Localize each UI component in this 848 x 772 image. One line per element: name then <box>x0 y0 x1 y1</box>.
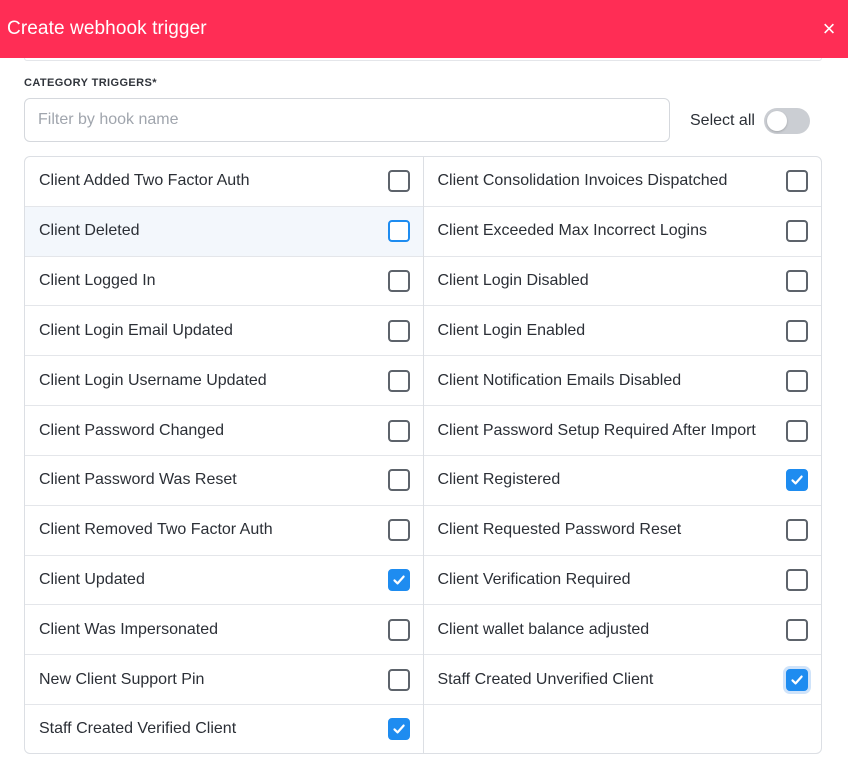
trigger-row[interactable]: New Client Support Pin <box>25 655 423 706</box>
trigger-label: Client Requested Password Reset <box>437 521 682 539</box>
trigger-label: Client Was Impersonated <box>39 620 219 638</box>
trigger-row[interactable]: Client Notification Emails Disabled <box>423 356 821 407</box>
trigger-checkbox[interactable] <box>786 369 808 392</box>
trigger-label: Client Added Two Factor Auth <box>39 172 250 190</box>
trigger-checkbox[interactable] <box>387 618 410 641</box>
trigger-row[interactable]: Client Added Two Factor Auth <box>25 157 423 207</box>
trigger-checkbox[interactable] <box>786 170 808 193</box>
select-all-toggle[interactable] <box>763 108 810 134</box>
trigger-label: Staff Created Verified Client <box>39 720 237 738</box>
trigger-checkbox[interactable] <box>786 270 808 293</box>
trigger-checkbox[interactable] <box>786 668 808 691</box>
trigger-label: Client Verification Required <box>437 571 631 589</box>
trigger-label: Client Deleted <box>39 222 140 240</box>
empty-cell <box>424 705 822 753</box>
close-icon[interactable]: × <box>818 18 840 40</box>
modal-header: Create webhook trigger × <box>0 0 848 58</box>
trigger-row[interactable]: Client Exceeded Max Incorrect Logins <box>423 207 821 257</box>
trigger-label: Client Login Disabled <box>437 272 589 290</box>
trigger-row[interactable]: Client wallet balance adjusted <box>423 605 821 656</box>
trigger-checkbox[interactable] <box>387 718 410 741</box>
trigger-checkbox[interactable] <box>786 220 808 243</box>
trigger-checkbox[interactable] <box>387 319 410 342</box>
trigger-label: Client Registered <box>437 471 561 489</box>
trigger-label: Client Login Username Updated <box>39 371 267 389</box>
trigger-row[interactable]: Client Registered <box>423 456 821 506</box>
trigger-checkbox[interactable] <box>786 419 808 442</box>
section-label: CATEGORY TRIGGERS* <box>24 77 157 89</box>
trigger-label: New Client Support Pin <box>39 670 205 688</box>
trigger-row[interactable]: Staff Created Unverified Client <box>423 655 821 706</box>
trigger-label: Client Password Was Reset <box>39 471 237 489</box>
trigger-column-right: Client Consolidation Invoices Dispatched… <box>423 157 822 753</box>
trigger-checkbox[interactable] <box>387 519 410 542</box>
trigger-checkbox[interactable] <box>387 170 410 193</box>
trigger-row[interactable]: Client Requested Password Reset <box>423 506 821 556</box>
select-all-toggle-group[interactable]: Select all <box>690 108 810 134</box>
trigger-checkbox[interactable] <box>387 220 410 243</box>
trigger-checkbox[interactable] <box>387 569 410 592</box>
trigger-row[interactable]: Staff Created Verified Client <box>25 705 423 753</box>
trigger-column-left: Client Added Two Factor Auth Client Dele… <box>25 157 424 753</box>
trigger-label: Client Updated <box>39 571 145 589</box>
trigger-checkbox[interactable] <box>387 668 410 691</box>
trigger-checkbox[interactable] <box>786 618 808 641</box>
trigger-label: Client Logged In <box>39 272 156 290</box>
trigger-grid: Client Added Two Factor Auth Client Dele… <box>24 156 822 754</box>
trigger-row[interactable]: Client Removed Two Factor Auth <box>25 506 423 556</box>
trigger-label: Client Login Enabled <box>437 321 586 339</box>
trigger-checkbox[interactable] <box>387 369 410 392</box>
trigger-row[interactable]: Client Login Disabled <box>423 257 821 307</box>
trigger-row[interactable]: Client Login Enabled <box>423 306 821 357</box>
trigger-checkbox[interactable] <box>387 469 410 492</box>
trigger-checkbox[interactable] <box>387 270 410 293</box>
trigger-checkbox[interactable] <box>786 469 808 492</box>
trigger-row[interactable]: Client Login Username Updated <box>25 356 423 407</box>
trigger-row[interactable]: Client Deleted <box>25 206 423 257</box>
filter-input[interactable] <box>24 98 670 142</box>
trigger-row[interactable]: Client Password Setup Required After Imp… <box>423 406 821 456</box>
trigger-label: Client Notification Emails Disabled <box>437 371 682 389</box>
trigger-label: Client Password Setup Required After Imp… <box>437 421 756 439</box>
trigger-row[interactable]: Client Password Changed <box>25 406 423 456</box>
select-all-label: Select all <box>690 112 755 129</box>
trigger-checkbox[interactable] <box>387 419 410 442</box>
trigger-row[interactable]: Client Logged In <box>25 257 423 307</box>
trigger-label: Client Password Changed <box>39 421 224 439</box>
trigger-label: Client Exceeded Max Incorrect Logins <box>437 222 707 240</box>
trigger-row[interactable]: Client Password Was Reset <box>25 456 423 506</box>
trigger-label: Client Login Email Updated <box>39 321 233 339</box>
trigger-checkbox[interactable] <box>786 519 808 542</box>
trigger-checkbox[interactable] <box>786 319 808 342</box>
trigger-row[interactable]: Client Updated <box>25 556 423 606</box>
trigger-label: Client Consolidation Invoices Dispatched <box>437 172 728 190</box>
trigger-row[interactable]: Client Login Email Updated <box>25 306 423 357</box>
modal-title: Create webhook trigger <box>7 18 207 39</box>
trigger-label: Staff Created Unverified Client <box>437 670 654 688</box>
trigger-row[interactable]: Client Verification Required <box>423 556 821 606</box>
trigger-checkbox[interactable] <box>786 569 808 592</box>
trigger-row[interactable]: Client Was Impersonated <box>25 605 423 656</box>
trigger-label: Client wallet balance adjusted <box>437 620 650 638</box>
trigger-label: Client Removed Two Factor Auth <box>39 521 273 539</box>
toggle-knob <box>766 111 787 131</box>
trigger-row[interactable]: Client Consolidation Invoices Dispatched <box>423 157 821 207</box>
header-divider <box>24 58 822 61</box>
